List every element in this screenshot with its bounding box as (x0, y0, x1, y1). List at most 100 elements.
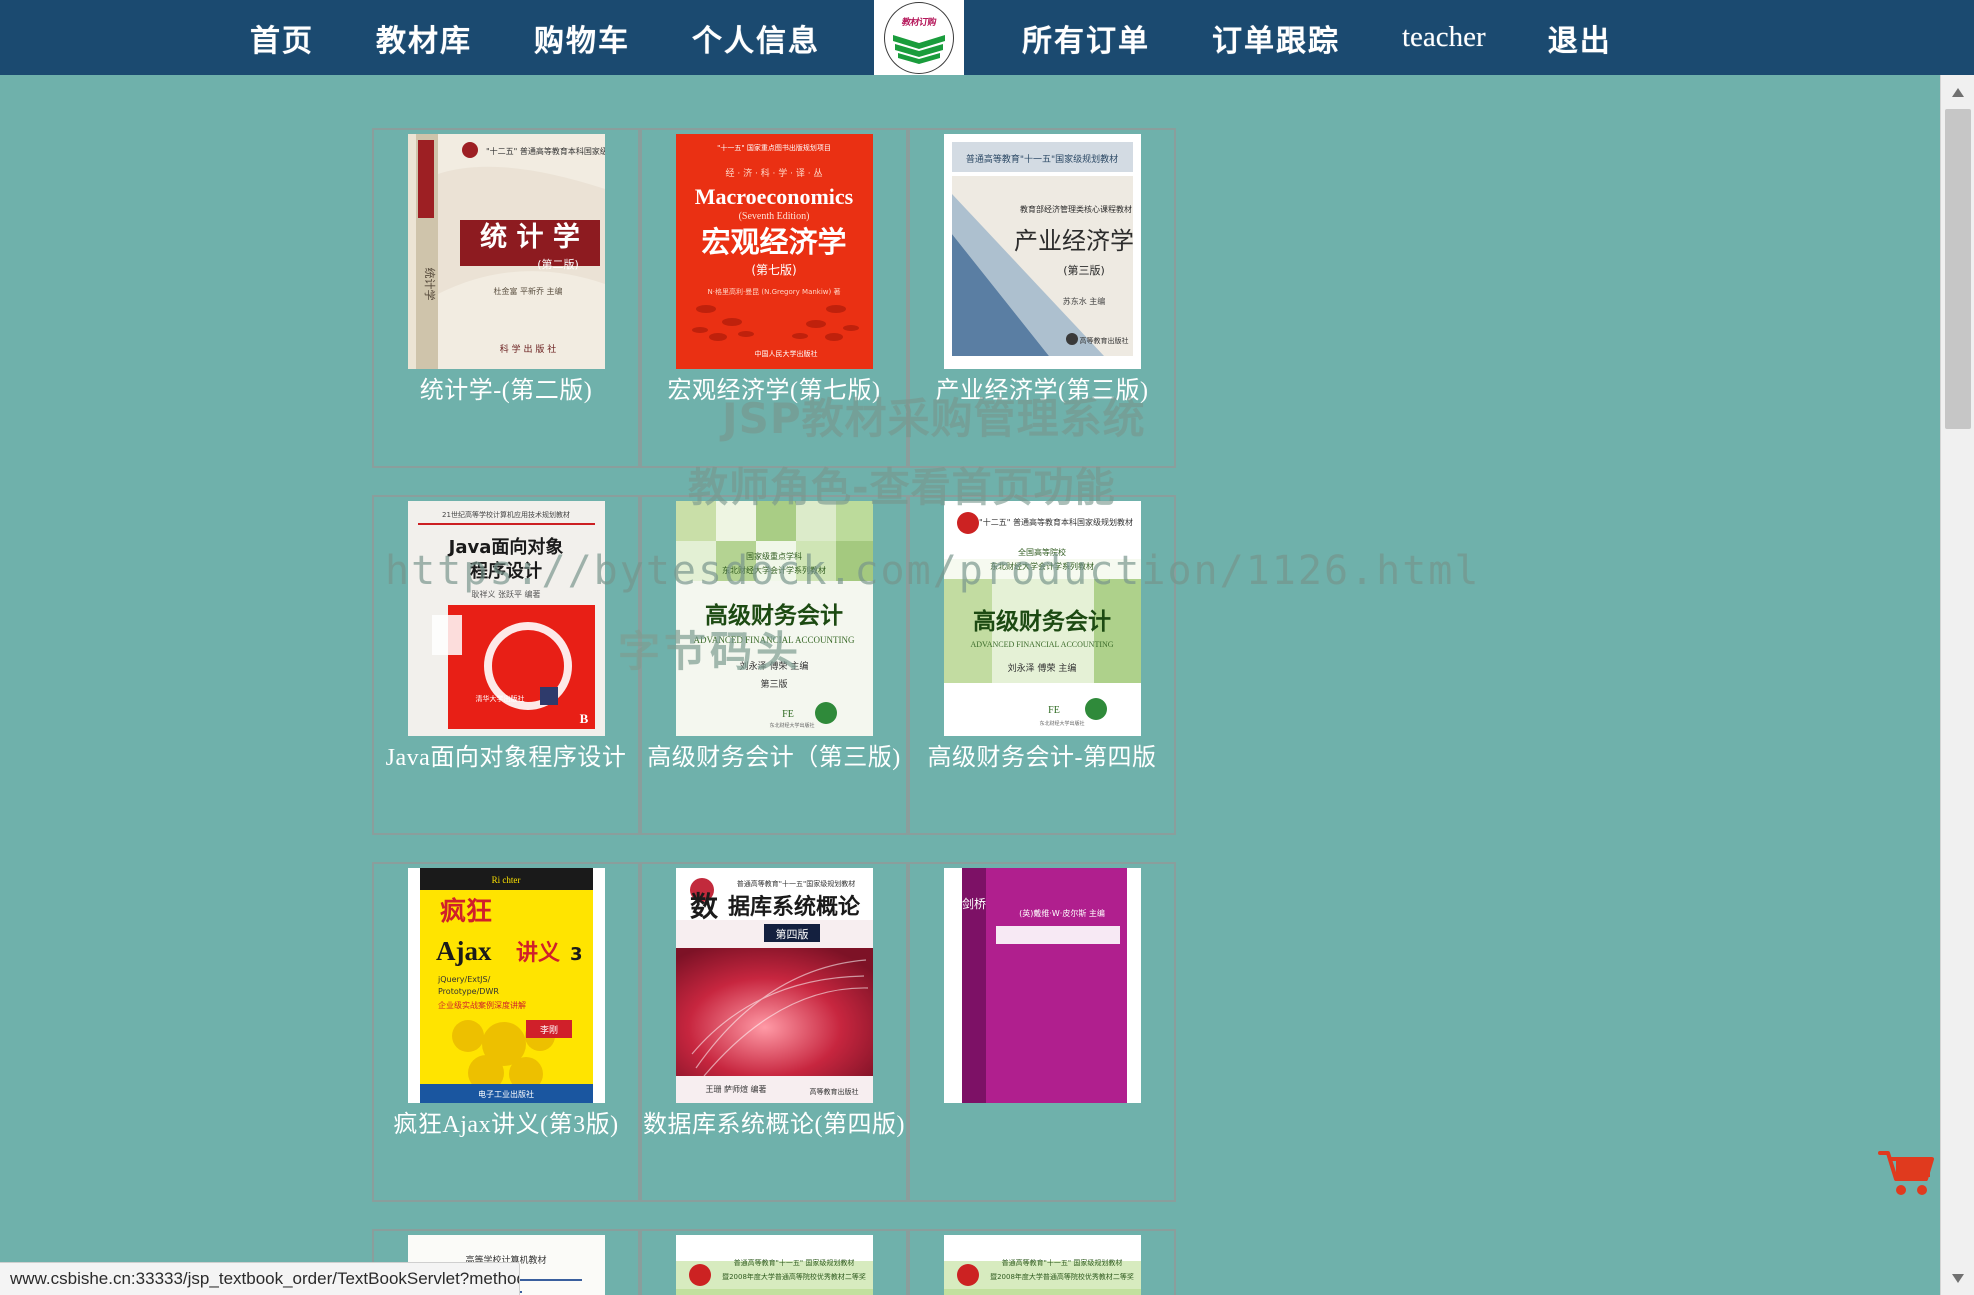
book-cover-image: 普通高等教育"十一五"国家级规划教材 教育部经济管理类核心课程教材 产业经济学 … (944, 134, 1141, 369)
svg-text:宏观经济学: 宏观经济学 (701, 225, 846, 259)
book-cover-image: "十一五" 国家重点图书出版规划项目 经 · 济 · 科 · 学 · 译 · 丛… (676, 134, 873, 369)
scroll-up-arrow-icon[interactable] (1941, 75, 1974, 109)
book-title: 统计学-(第二版) (375, 376, 637, 406)
svg-text:东北财经大学出版社: 东北财经大学出版社 (769, 722, 814, 729)
svg-text:普通高等教育"十一五"国家级规划教材: 普通高等教育"十一五"国家级规划教材 (965, 153, 1117, 165)
svg-text:Java面向对象: Java面向对象 (446, 536, 563, 558)
svg-text:李刚: 李刚 (539, 1024, 557, 1036)
book-card[interactable]: 21世纪高等学校计算机应用技术规划教材 Java面向对象 程序设计 耿祥义 张跃… (372, 495, 640, 835)
svg-text:电子工业出版社: 电子工业出版社 (478, 1089, 534, 1099)
svg-text:(第七版): (第七版) (751, 263, 796, 277)
book-card[interactable]: "十一五" 国家重点图书出版规划项目 经 · 济 · 科 · 学 · 译 · 丛… (640, 128, 908, 468)
book-card[interactable]: Ri chter 疯狂 Ajax 讲义 3 jQuery/ExtJS/ Prot… (372, 862, 640, 1202)
book-cover-image: 21世纪高等学校计算机应用技术规划教材 Java面向对象 程序设计 耿祥义 张跃… (408, 501, 605, 736)
book-card[interactable]: 普通高等教育"十一五" 国家级规划教材 暨2008年度大学普通高等院校优秀教材二… (908, 1229, 1176, 1295)
book-cover-image: 剑桥 (英)戴维·W·皮尔斯 主编 (944, 868, 1141, 1103)
site-logo[interactable]: 教材订购 (874, 0, 964, 75)
svg-text:程序设计: 程序设计 (470, 560, 542, 582)
book-cover-image: 普通高等教育"十一五" 国家级规划教材 暨2008年度大学普通高等院校优秀教材二… (944, 1235, 1141, 1295)
open-book-icon (891, 31, 947, 70)
browser-status-bar: www.csbishe.cn:33333/jsp_textbook_order/… (0, 1262, 520, 1295)
book-card[interactable]: 普通高等教育"十一五" 国家级规划教材 暨2008年度大学普通高等院校优秀教材二… (640, 1229, 908, 1295)
svg-text:东北财经大学出版社: 东北财经大学出版社 (1039, 720, 1084, 727)
svg-text:高等教育出版社: 高等教育出版社 (1079, 336, 1128, 345)
book-card[interactable]: 统计学 "十二五" 普通高等教育本科国家级规划教材 统 计 学 (第二版) 杜金… (372, 128, 640, 468)
book-card[interactable]: 国家级重点学科 东北财经大学会计学系列教材 高级财务会计 ADVANCED FI… (640, 495, 908, 835)
svg-text:(第二版): (第二版) (537, 257, 579, 271)
book-cover-image: 普通高等教育"十一五"国家级规划教材 数 据库系统概论 第四版 王珊 萨师煊 编… (676, 868, 873, 1103)
scroll-down-arrow-icon[interactable] (1941, 1261, 1974, 1295)
book-cover-image: "十二五" 普通高等教育本科国家级规划教材 全国高等院校 东北财经大学会计学系列… (944, 501, 1141, 736)
svg-text:统计学: 统计学 (423, 268, 437, 301)
svg-text:刘永泽 傅荣 主编: 刘永泽 傅荣 主编 (739, 660, 808, 672)
svg-text:(Seventh Edition): (Seventh Edition) (738, 211, 809, 222)
svg-text:苏东水 主编: 苏东水 主编 (1062, 296, 1105, 306)
svg-text:普通高等教育"十一五" 国家级规划教材: 普通高等教育"十一五" 国家级规划教材 (1001, 1258, 1122, 1267)
svg-text:Ri chter: Ri chter (491, 875, 520, 885)
scrollbar-thumb[interactable] (1945, 109, 1971, 429)
book-title: 高级财务会计-第四版 (911, 743, 1173, 773)
svg-text:"十一五" 国家重点图书出版规划项目: "十一五" 国家重点图书出版规划项目 (717, 143, 831, 152)
svg-text:普通高等教育"十一五" 国家级规划教材: 普通高等教育"十一五" 国家级规划教材 (733, 1258, 854, 1267)
svg-text:疯狂: 疯狂 (440, 896, 492, 927)
svg-text:Prototype/DWR: Prototype/DWR (438, 987, 499, 996)
svg-text:教育部经济管理类核心课程教材: 教育部经济管理类核心课程教材 (1020, 204, 1132, 214)
logo-text: 教材订购 (901, 15, 937, 28)
svg-text:第四版: 第四版 (775, 927, 808, 941)
main-content-area: 统计学 "十二五" 普通高等教育本科国家级规划教材 统 计 学 (第二版) 杜金… (0, 75, 1940, 1295)
svg-text:B: B (579, 711, 588, 726)
svg-text:普通高等教育"十一五"国家级规划教材: 普通高等教育"十一五"国家级规划教材 (736, 879, 854, 888)
svg-text:高级财务会计: 高级财务会计 (973, 608, 1111, 635)
book-title: 疯狂Ajax讲义(第3版) (375, 1110, 637, 1140)
svg-text:N·格里高利·曼昆 (N.Gregory Mankiw) 著: N·格里高利·曼昆 (N.Gregory Mankiw) 著 (707, 287, 840, 296)
book-card[interactable]: 剑桥 (英)戴维·W·皮尔斯 主编 (908, 862, 1176, 1202)
book-grid: 统计学 "十二五" 普通高等教育本科国家级规划教材 统 计 学 (第二版) 杜金… (372, 128, 1427, 1295)
svg-text:暨2008年度大学普通高等院校优秀教材二等奖: 暨2008年度大学普通高等院校优秀教材二等奖 (990, 1272, 1134, 1281)
svg-text:高级财务会计: 高级财务会计 (705, 602, 843, 629)
book-cover-image: Ri chter 疯狂 Ajax 讲义 3 jQuery/ExtJS/ Prot… (408, 868, 605, 1103)
svg-text:国家级重点学科: 国家级重点学科 (746, 551, 802, 561)
svg-text:科 学 出 版 社: 科 学 出 版 社 (499, 343, 555, 355)
status-url-text: www.csbishe.cn:33333/jsp_textbook_order/… (10, 1269, 520, 1289)
svg-text:刘永泽 傅荣 主编: 刘永泽 傅荣 主编 (1007, 662, 1076, 674)
svg-text:东北财经大学会计学系列教材: 东北财经大学会计学系列教材 (990, 561, 1094, 571)
book-card[interactable]: 普通高等教育"十一五"国家级规划教材 数 据库系统概论 第四版 王珊 萨师煊 编… (640, 862, 908, 1202)
svg-text:jQuery/ExtJS/: jQuery/ExtJS/ (437, 975, 491, 984)
svg-text:21世纪高等学校计算机应用技术规划教材: 21世纪高等学校计算机应用技术规划教材 (442, 510, 570, 519)
nav-username[interactable]: teacher (1402, 21, 1486, 54)
nav-textbook-library[interactable]: 教材库 (376, 16, 472, 60)
book-title: Java面向对象程序设计 (375, 743, 637, 773)
nav-home[interactable]: 首页 (250, 16, 314, 60)
svg-text:全国高等院校: 全国高等院校 (1018, 547, 1066, 557)
shopping-cart-icon[interactable] (1878, 1149, 1936, 1197)
svg-text:企业级实战案例深度讲解: 企业级实战案例深度讲解 (438, 1000, 526, 1010)
vertical-scrollbar[interactable] (1940, 75, 1974, 1295)
nav-shopping-cart[interactable]: 购物车 (534, 16, 630, 60)
nav-personal-info[interactable]: 个人信息 (692, 16, 820, 60)
svg-text:Ajax: Ajax (436, 936, 492, 966)
svg-text:高等教育出版社: 高等教育出版社 (809, 1087, 858, 1096)
book-title: 数据库系统概论(第四版) (643, 1110, 905, 1140)
svg-text:暨2008年度大学普通高等院校优秀教材二等奖: 暨2008年度大学普通高等院校优秀教材二等奖 (722, 1272, 866, 1281)
svg-text:第三版: 第三版 (760, 678, 787, 690)
book-cover-image: 普通高等教育"十一五" 国家级规划教材 暨2008年度大学普通高等院校优秀教材二… (676, 1235, 873, 1295)
svg-text:清华大学出版社: 清华大学出版社 (475, 694, 524, 703)
book-card[interactable]: "十二五" 普通高等教育本科国家级规划教材 全国高等院校 东北财经大学会计学系列… (908, 495, 1176, 835)
nav-order-tracking[interactable]: 订单跟踪 (1212, 16, 1340, 60)
svg-text:耿祥义 张跃平 编著: 耿祥义 张跃平 编著 (471, 589, 540, 599)
nav-logout[interactable]: 退出 (1548, 16, 1612, 60)
svg-text:剑桥: 剑桥 (961, 896, 985, 911)
svg-text:"十二五" 普通高等教育本科国家级规划教材: "十二五" 普通高等教育本科国家级规划教材 (486, 146, 605, 156)
svg-text:"十二五" 普通高等教育本科国家级规划教材: "十二五" 普通高等教育本科国家级规划教材 (979, 517, 1133, 527)
nav-items-container: 首页 教材库 购物车 个人信息 教材订购 所有订单 订单跟踪 teacher 退… (250, 0, 1674, 75)
svg-text:东北财经大学会计学系列教材: 东北财经大学会计学系列教材 (722, 565, 826, 575)
book-card[interactable]: 普通高等教育"十一五"国家级规划教材 教育部经济管理类核心课程教材 产业经济学 … (908, 128, 1176, 468)
logo-oval-frame: 教材订购 (884, 2, 954, 74)
svg-text:王珊 萨师煊 编著: 王珊 萨师煊 编著 (705, 1084, 766, 1094)
book-cover-image: 统计学 "十二五" 普通高等教育本科国家级规划教材 统 计 学 (第二版) 杜金… (408, 134, 605, 369)
svg-text:统 计 学: 统 计 学 (480, 221, 580, 253)
nav-all-orders[interactable]: 所有订单 (1022, 16, 1150, 60)
svg-text:ADVANCED FINANCIAL ACCOUNTING: ADVANCED FINANCIAL ACCOUNTING (693, 635, 855, 645)
svg-text:(第三版): (第三版) (1063, 263, 1105, 277)
top-navigation-bar: 首页 教材库 购物车 个人信息 教材订购 所有订单 订单跟踪 teacher 退… (0, 0, 1974, 75)
